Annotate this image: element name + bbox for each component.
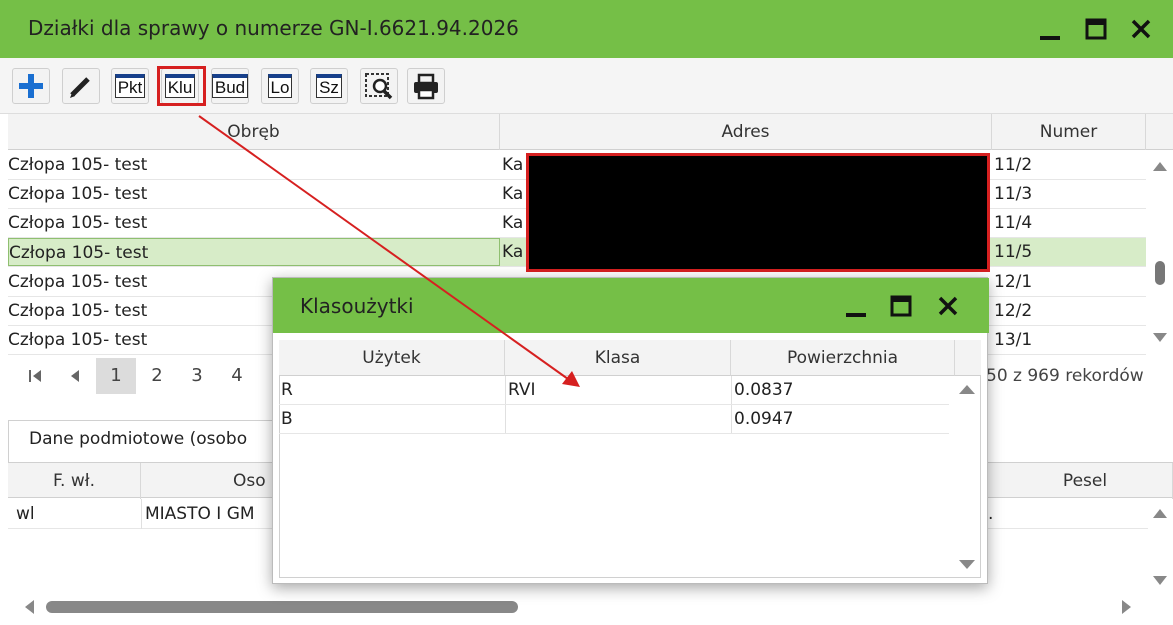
annotation-arrow <box>198 115 580 387</box>
